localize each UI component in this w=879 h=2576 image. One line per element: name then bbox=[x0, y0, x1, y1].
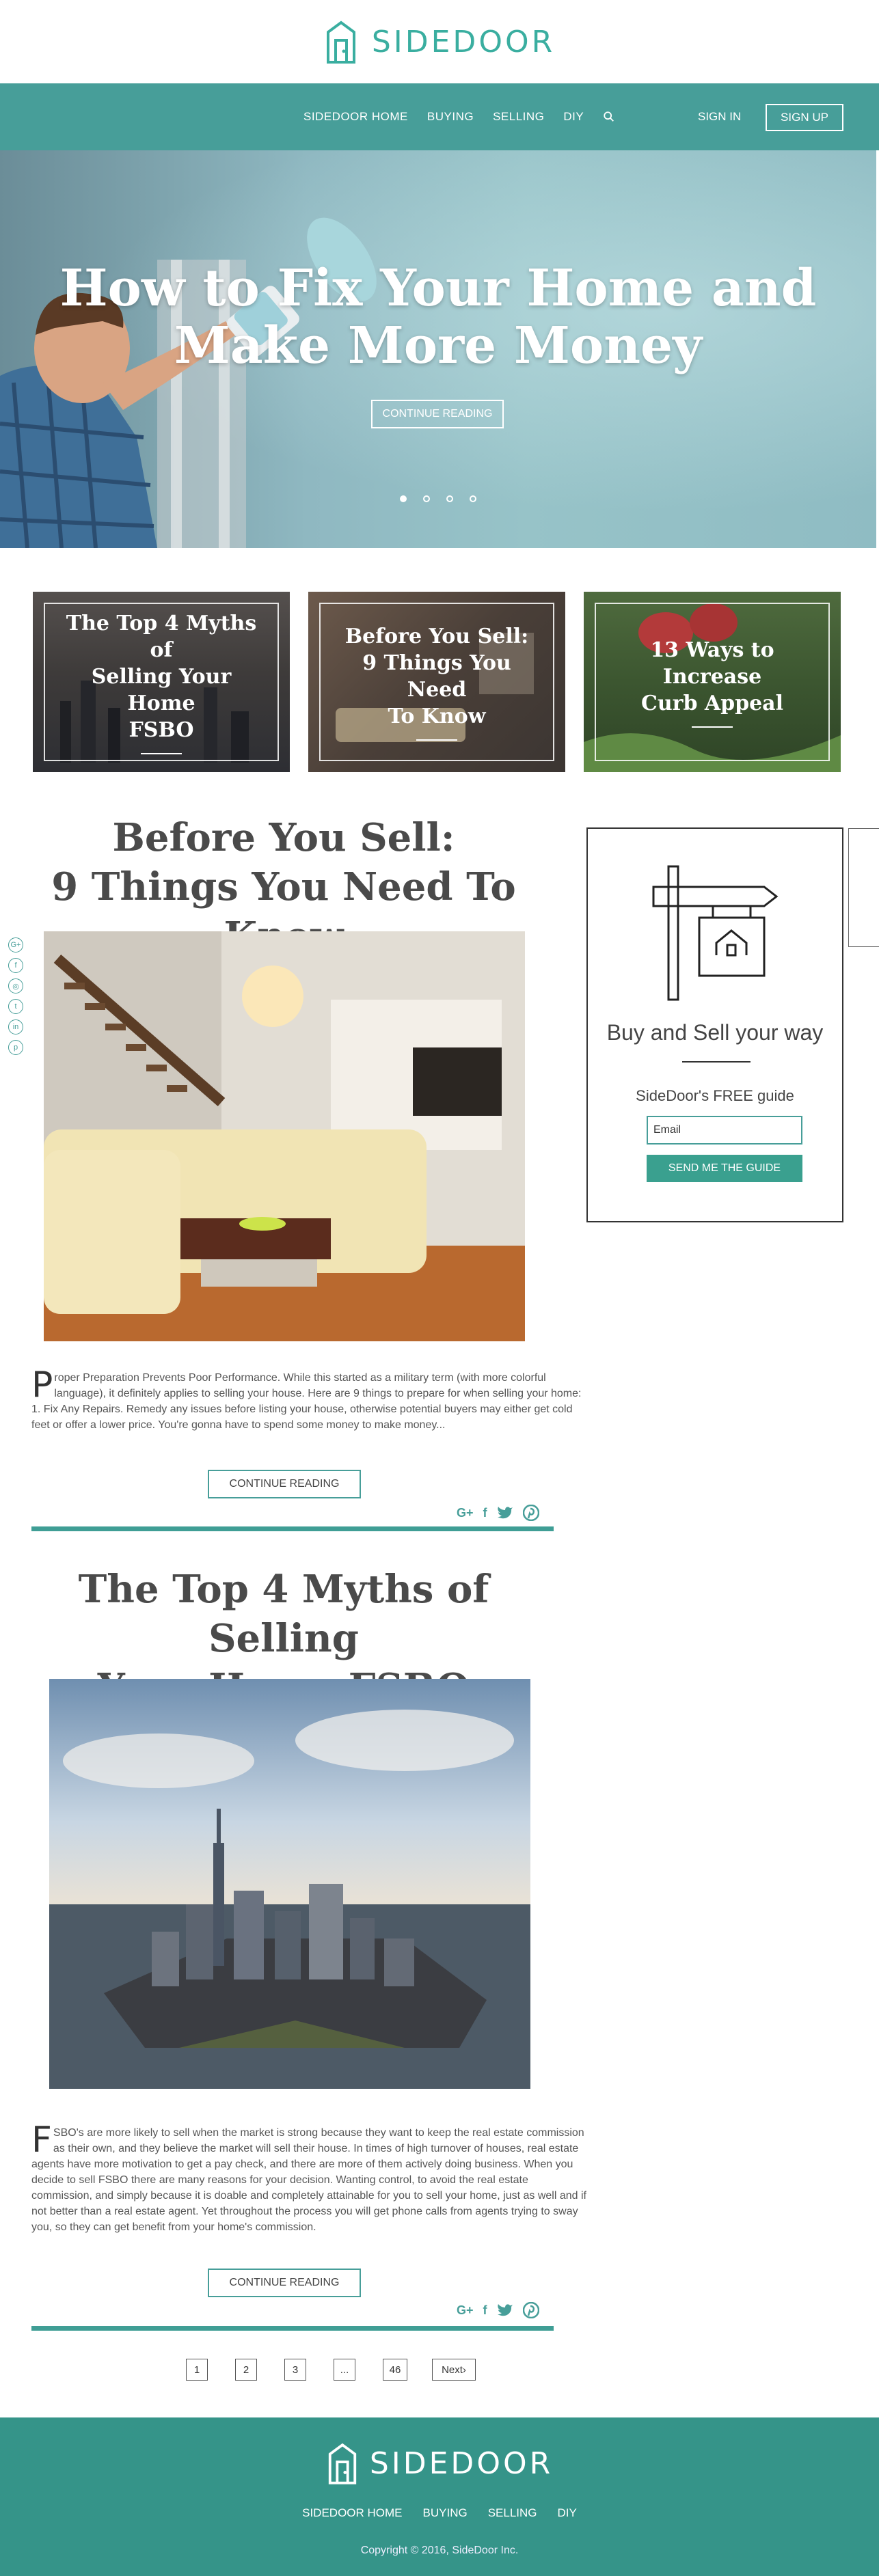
twitter-icon[interactable] bbox=[497, 1506, 513, 1520]
page-link[interactable]: 2 bbox=[235, 2359, 257, 2381]
article-title-line: The Top 4 Myths of Selling bbox=[78, 1567, 489, 1661]
article-excerpt: P roper Preparation Prevents Poor Perfor… bbox=[31, 1365, 592, 1433]
page-link[interactable]: 1 bbox=[186, 2359, 208, 2381]
card-title-line: Curb Appeal bbox=[640, 691, 784, 715]
share-bar: G+ f bbox=[457, 2302, 539, 2318]
featured-card-fsbo[interactable]: The Top 4 Myths of Selling Your Home FSB… bbox=[33, 592, 290, 772]
continue-reading-button[interactable]: CONTINUE READING bbox=[208, 2269, 361, 2297]
facebook-icon[interactable]: f bbox=[483, 1506, 487, 1520]
hero-title: How to Fix Your Home and Make More Money bbox=[0, 260, 876, 374]
send-guide-button[interactable]: SEND ME THE GUIDE bbox=[647, 1155, 802, 1182]
house-sign-icon bbox=[652, 865, 779, 1001]
nav-item-diy[interactable]: DIY bbox=[563, 110, 584, 124]
article-divider bbox=[31, 1526, 554, 1531]
hero-title-line-1: How to Fix Your Home and bbox=[59, 259, 817, 318]
pagination: 1 2 3 ... 46 Next› bbox=[0, 2359, 879, 2382]
card-title-line: To Know bbox=[388, 704, 486, 728]
brand-name: SIDEDOOR bbox=[371, 24, 556, 59]
next-page-link[interactable]: Next› bbox=[432, 2359, 476, 2381]
card-title-line: 13 Ways to Increase bbox=[650, 638, 774, 689]
twitter-icon[interactable] bbox=[497, 2303, 513, 2317]
continue-reading-button[interactable]: CONTINUE READING bbox=[208, 1470, 361, 1498]
hero-slider: How to Fix Your Home and Make More Money… bbox=[0, 150, 876, 548]
slider-dot-1[interactable] bbox=[400, 495, 407, 502]
featured-card-before-you-sell[interactable]: Before You Sell: 9 Things You Need To Kn… bbox=[308, 592, 565, 772]
card-title-line: 9 Things You Need bbox=[362, 651, 511, 702]
nav-item-home[interactable]: SIDEDOOR HOME bbox=[303, 110, 408, 124]
page-link[interactable]: 46 bbox=[383, 2359, 407, 2381]
card-title-line: Before You Sell: bbox=[344, 625, 529, 648]
card-title-line: Selling Your Home bbox=[91, 664, 232, 715]
facebook-icon[interactable]: f bbox=[8, 958, 23, 973]
door-logo-icon bbox=[326, 20, 355, 64]
article-text: 1. Fix Any Repairs. Remedy any issues be… bbox=[31, 1403, 573, 1431]
share-bar: G+ f bbox=[457, 1505, 539, 1521]
guide-signup-widget: Buy and Sell your way SideDoor's FREE gu… bbox=[586, 827, 843, 1222]
footer-link-diy[interactable]: DIY bbox=[558, 2506, 577, 2520]
pinterest-icon[interactable] bbox=[522, 1505, 539, 1521]
facebook-icon[interactable]: f bbox=[483, 2303, 487, 2318]
footer-link-buying[interactable]: BUYING bbox=[423, 2506, 468, 2520]
article-image-living-room[interactable] bbox=[44, 931, 525, 1341]
search-icon[interactable] bbox=[603, 111, 615, 123]
slider-dot-4[interactable] bbox=[470, 495, 476, 502]
card-title-line: FSBO bbox=[129, 717, 194, 742]
drop-cap: F bbox=[31, 2120, 52, 2161]
article-divider bbox=[31, 2326, 554, 2331]
email-field[interactable]: Email bbox=[647, 1116, 802, 1145]
nav-item-buying[interactable]: BUYING bbox=[427, 110, 474, 124]
linkedin-icon[interactable]: in bbox=[8, 1019, 23, 1034]
card-title-line: The Top 4 Myths of bbox=[66, 611, 257, 662]
brand-logo[interactable]: SIDEDOOR bbox=[324, 20, 555, 64]
hero-title-line-2: Make More Money bbox=[174, 316, 703, 375]
pinterest-icon[interactable] bbox=[522, 2302, 539, 2318]
pinterest-icon[interactable]: p bbox=[8, 1040, 23, 1055]
page-link[interactable]: 3 bbox=[284, 2359, 306, 2381]
featured-cards: The Top 4 Myths of Selling Your Home FSB… bbox=[33, 592, 841, 772]
door-logo-icon bbox=[328, 2443, 357, 2484]
article-text: SBO's are more likely to sell when the m… bbox=[31, 2127, 586, 2233]
top-logo-bar: SIDEDOOR bbox=[0, 0, 879, 83]
slider-dots bbox=[400, 495, 476, 502]
instagram-icon[interactable]: ◎ bbox=[8, 978, 23, 994]
article-text: roper Preparation Prevents Poor Performa… bbox=[54, 1372, 582, 1399]
article-excerpt: F SBO's are more likely to sell when the… bbox=[31, 2120, 592, 2235]
google-plus-icon[interactable]: G+ bbox=[8, 937, 23, 953]
slider-dot-2[interactable] bbox=[423, 495, 430, 502]
footer-link-home[interactable]: SIDEDOOR HOME bbox=[302, 2506, 402, 2520]
page-ellipsis: ... bbox=[334, 2359, 355, 2381]
twitter-icon[interactable]: t bbox=[8, 999, 23, 1014]
nav-item-selling[interactable]: SELLING bbox=[493, 110, 544, 124]
article-title-line: Before You Sell: bbox=[112, 815, 455, 860]
footer-nav: SIDEDOOR HOME BUYING SELLING DIY bbox=[0, 2506, 879, 2520]
side-panel-tab[interactable] bbox=[848, 828, 879, 947]
article-image-city-skyline[interactable] bbox=[49, 1679, 530, 2089]
footer-link-selling[interactable]: SELLING bbox=[488, 2506, 537, 2520]
slider-dot-3[interactable] bbox=[446, 495, 453, 502]
drop-cap: P bbox=[31, 1365, 53, 1406]
google-plus-icon[interactable]: G+ bbox=[457, 1506, 474, 1520]
social-sidebar: G+ f ◎ t in p bbox=[8, 937, 23, 1055]
brand-name: SIDEDOOR bbox=[369, 2445, 554, 2481]
main-nav: SIDEDOOR HOME BUYING SELLING DIY SIGN IN… bbox=[0, 83, 879, 150]
footer-logo[interactable]: SIDEDOOR bbox=[0, 2442, 879, 2484]
google-plus-icon[interactable]: G+ bbox=[457, 2303, 474, 2318]
sign-up-button[interactable]: SIGN UP bbox=[766, 104, 843, 131]
widget-subtitle: SideDoor's FREE guide bbox=[636, 1087, 794, 1104]
copyright: Copyright © 2016, SideDoor Inc. bbox=[360, 2545, 519, 2556]
site-footer: SIDEDOOR SIDEDOOR HOME BUYING SELLING DI… bbox=[0, 2417, 879, 2576]
hero-continue-button[interactable]: CONTINUE READING bbox=[371, 400, 504, 428]
sign-in-link[interactable]: SIGN IN bbox=[698, 83, 741, 150]
featured-card-curb-appeal[interactable]: 13 Ways to Increase Curb Appeal bbox=[584, 592, 841, 772]
widget-title: Buy and Sell your way bbox=[606, 1020, 824, 1045]
